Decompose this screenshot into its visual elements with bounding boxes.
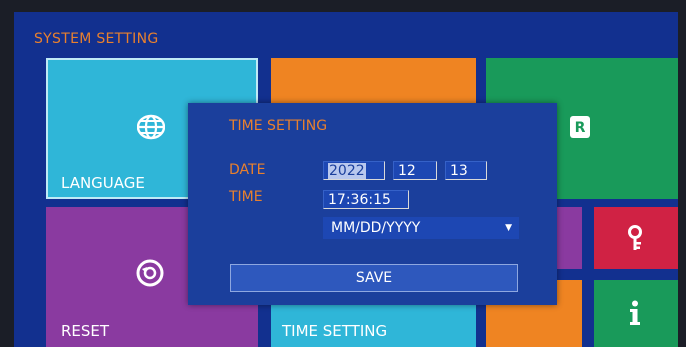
- month-field[interactable]: 12: [393, 161, 437, 180]
- month-value: 12: [398, 163, 416, 179]
- time-setting-dialog: TIME SETTING DATE TIME 2022 12 13 17:36:…: [188, 103, 557, 305]
- globe-icon: [136, 112, 166, 142]
- remote-r-icon: R: [569, 115, 591, 139]
- time-field[interactable]: 17:36:15: [323, 190, 409, 209]
- date-format-value: MM/DD/YYYY: [331, 220, 421, 236]
- language-tile-label: LANGUAGE: [61, 174, 145, 192]
- system-setting-title: SYSTEM SETTING: [34, 31, 159, 47]
- dialog-title: TIME SETTING: [229, 118, 328, 134]
- time-value: 17:36:15: [328, 192, 391, 208]
- purple-tile-small[interactable]: [557, 207, 582, 269]
- time-label: TIME: [229, 189, 263, 205]
- time-setting-tile-label: TIME SETTING: [282, 322, 388, 340]
- reset-icon: [136, 259, 164, 287]
- system-setting-screen: SYSTEM SETTING LANGUAGE R RESET TIME SET…: [14, 12, 678, 347]
- key-tile[interactable]: [594, 207, 678, 269]
- save-button[interactable]: SAVE: [230, 264, 518, 292]
- year-value: 2022: [328, 163, 366, 179]
- day-field[interactable]: 13: [445, 161, 487, 180]
- date-format-select[interactable]: MM/DD/YYYY ▼: [323, 217, 519, 239]
- chevron-down-icon: ▼: [505, 223, 512, 233]
- svg-text:R: R: [575, 120, 586, 136]
- year-field[interactable]: 2022: [323, 161, 385, 180]
- reset-tile-label: RESET: [61, 322, 110, 340]
- info-tile[interactable]: [594, 280, 678, 347]
- key-icon: [620, 223, 650, 253]
- info-icon: [620, 298, 650, 328]
- date-label: DATE: [229, 162, 266, 178]
- day-value: 13: [450, 163, 468, 179]
